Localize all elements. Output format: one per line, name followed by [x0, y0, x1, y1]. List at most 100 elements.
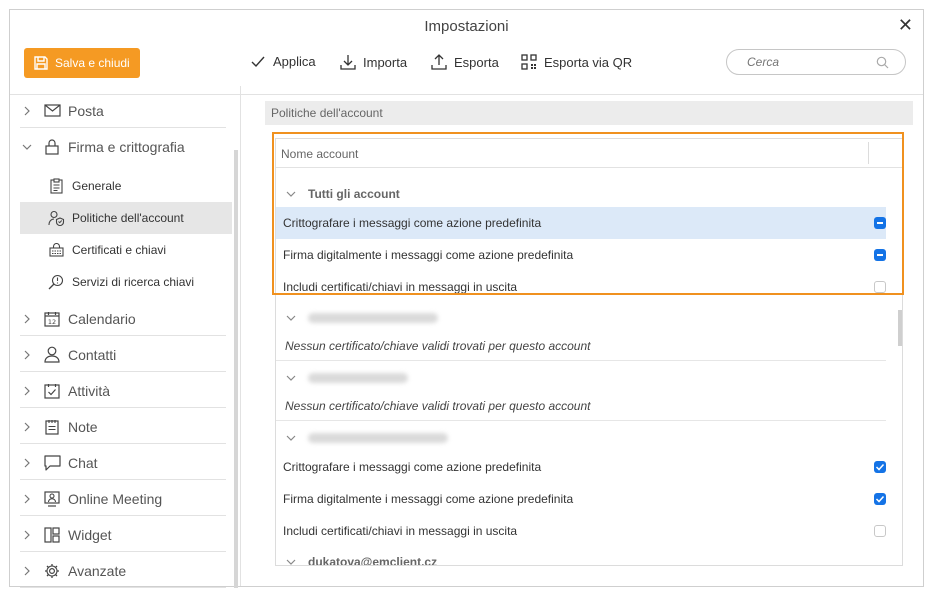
- export-label: Esporta: [454, 54, 499, 70]
- checkmark-icon: [875, 463, 885, 471]
- policy-label: Firma digitalmente i messaggi come azion…: [283, 492, 574, 506]
- sidebar-subitem-label: Servizi di ricerca chiavi: [72, 275, 195, 289]
- chevron-down-icon[interactable]: [286, 187, 296, 201]
- checked-checkbox[interactable]: [874, 493, 886, 505]
- group-blurred-account-1[interactable]: [276, 303, 886, 333]
- sidebar-item-chat[interactable]: Chat: [20, 446, 226, 480]
- redacted-account-name: [308, 313, 438, 323]
- task-icon: [42, 383, 62, 399]
- no-certificate-message: Nessun certificato/chiave validi trovati…: [285, 398, 591, 413]
- table-row[interactable]: Includi certificati/chiavi in messaggi i…: [276, 515, 886, 547]
- apply-label: Applica: [273, 54, 316, 69]
- redacted-account-name: [308, 433, 448, 443]
- sidebar-item-calendario[interactable]: 12 Calendario: [20, 302, 226, 336]
- chevron-right-icon: [20, 422, 34, 432]
- sidebar-item-label: Note: [68, 418, 98, 435]
- import-label: Importa: [363, 54, 408, 70]
- chat-icon: [42, 454, 62, 471]
- column-header-account-name[interactable]: Nome account: [281, 147, 358, 161]
- sidebar-item-posta[interactable]: Posta: [20, 94, 226, 128]
- sidebar-subitem-label: Certificati e chiavi: [72, 243, 167, 257]
- group-blurred-account-3[interactable]: [276, 423, 886, 453]
- unchecked-checkbox[interactable]: [874, 281, 886, 293]
- chevron-right-icon: [20, 350, 34, 360]
- chevron-right-icon: [20, 386, 34, 396]
- sidebar-item-label: Calendario: [68, 310, 136, 327]
- sidebar-item-label: Online Meeting: [68, 490, 163, 507]
- chevron-right-icon: [20, 530, 34, 540]
- group-account-dukatova[interactable]: dukatova@emclient.cz: [276, 547, 886, 566]
- column-separator: [868, 142, 869, 164]
- unchecked-checkbox[interactable]: [874, 525, 886, 537]
- export-qr-button[interactable]: Esporta via QR: [521, 54, 632, 70]
- indeterminate-checkbox[interactable]: [874, 217, 886, 229]
- sidebar-subitem-servizi-di-ricerca-chiavi[interactable]: Servizi di ricerca chiavi: [20, 266, 232, 298]
- section-title: Politiche dell'account: [265, 101, 913, 125]
- settings-sidebar: Posta Firma e crittografia Generale Poli…: [10, 86, 234, 588]
- search-box[interactable]: [726, 49, 906, 75]
- sidebar-subitem-politiche-dell-account[interactable]: Politiche dell'account: [20, 202, 232, 234]
- chevron-right-icon: [20, 106, 34, 116]
- calendar-icon: 12: [42, 311, 62, 327]
- checkmark-icon: [251, 56, 265, 67]
- sidebar-item-online-meeting[interactable]: Online Meeting: [20, 482, 226, 516]
- chevron-down-icon[interactable]: [286, 311, 296, 325]
- widget-icon: [42, 526, 62, 543]
- note-icon: [42, 419, 62, 435]
- chevron-down-icon[interactable]: [286, 431, 296, 445]
- chevron-down-icon: [20, 143, 34, 151]
- sidebar-item-note[interactable]: Note: [20, 410, 226, 444]
- sidebar-scrollbar[interactable]: [234, 150, 238, 588]
- redacted-account-name: [308, 373, 408, 383]
- apply-button[interactable]: Applica: [250, 54, 316, 69]
- search-input[interactable]: [745, 54, 869, 70]
- sidebar-item-attivita[interactable]: Attività: [20, 374, 226, 408]
- group-name: dukatova@emclient.cz: [308, 555, 438, 566]
- sidebar-item-avanzate[interactable]: Avanzate: [20, 554, 226, 588]
- checked-checkbox[interactable]: [874, 461, 886, 473]
- policy-label: Includi certificati/chiavi in messaggi i…: [283, 280, 518, 294]
- export-button[interactable]: Esporta: [431, 54, 499, 70]
- close-icon[interactable]: ✕: [898, 15, 913, 36]
- table-row[interactable]: Firma digitalmente i messaggi come azion…: [276, 239, 886, 271]
- policy-label: Firma digitalmente i messaggi come azion…: [283, 248, 574, 262]
- sidebar-item-label: Attività: [68, 382, 111, 399]
- lock-icon: [42, 139, 62, 155]
- title-bar: Impostazioni ✕: [10, 10, 923, 44]
- save-and-close-label: Salva e chiudi: [55, 56, 130, 70]
- chevron-right-icon: [20, 494, 34, 504]
- indeterminate-checkbox[interactable]: [874, 249, 886, 261]
- sidebar-subitem-generale[interactable]: Generale: [20, 170, 232, 202]
- table-scrollbar[interactable]: [898, 310, 902, 346]
- table-row[interactable]: Crittografare i messaggi come azione pre…: [276, 451, 886, 483]
- chevron-down-icon[interactable]: [286, 555, 296, 565]
- pane-divider: [240, 86, 241, 586]
- export-icon: [431, 54, 447, 70]
- certificate-icon: [46, 243, 66, 257]
- import-button[interactable]: Importa: [340, 54, 407, 70]
- group-all-accounts[interactable]: Tutti gli account: [276, 179, 886, 209]
- group-name: Tutti gli account: [308, 187, 400, 201]
- export-qr-label: Esporta via QR: [544, 54, 633, 70]
- key-search-icon: [46, 274, 66, 290]
- user-shield-icon: [46, 210, 66, 226]
- svg-text:12: 12: [48, 318, 56, 326]
- table-header: Nome account: [276, 139, 902, 168]
- table-row[interactable]: Includi certificati/chiavi in messaggi i…: [276, 271, 886, 303]
- chevron-right-icon: [20, 566, 34, 576]
- sidebar-item-firma-e-crittografia[interactable]: Firma e crittografia: [20, 130, 226, 164]
- account-policies-table: Nome account Tutti gli account Crittogra…: [275, 138, 903, 566]
- save-and-close-button[interactable]: Salva e chiudi: [24, 48, 140, 78]
- sidebar-item-widget[interactable]: Widget: [20, 518, 226, 552]
- sidebar-subitem-certificati-e-chiavi[interactable]: Certificati e chiavi: [20, 234, 232, 266]
- group-blurred-account-2[interactable]: [276, 363, 886, 393]
- table-row[interactable]: Crittografare i messaggi come azione pre…: [276, 207, 886, 239]
- search-icon: [876, 56, 889, 69]
- policy-label: Crittografare i messaggi come azione pre…: [283, 460, 542, 474]
- sidebar-item-contatti[interactable]: Contatti: [20, 338, 226, 372]
- table-row[interactable]: Firma digitalmente i messaggi come azion…: [276, 483, 886, 515]
- no-certificate-message: Nessun certificato/chiave validi trovati…: [285, 338, 591, 353]
- checkmark-icon: [875, 495, 885, 503]
- chevron-down-icon[interactable]: [286, 371, 296, 385]
- person-icon: [42, 346, 62, 363]
